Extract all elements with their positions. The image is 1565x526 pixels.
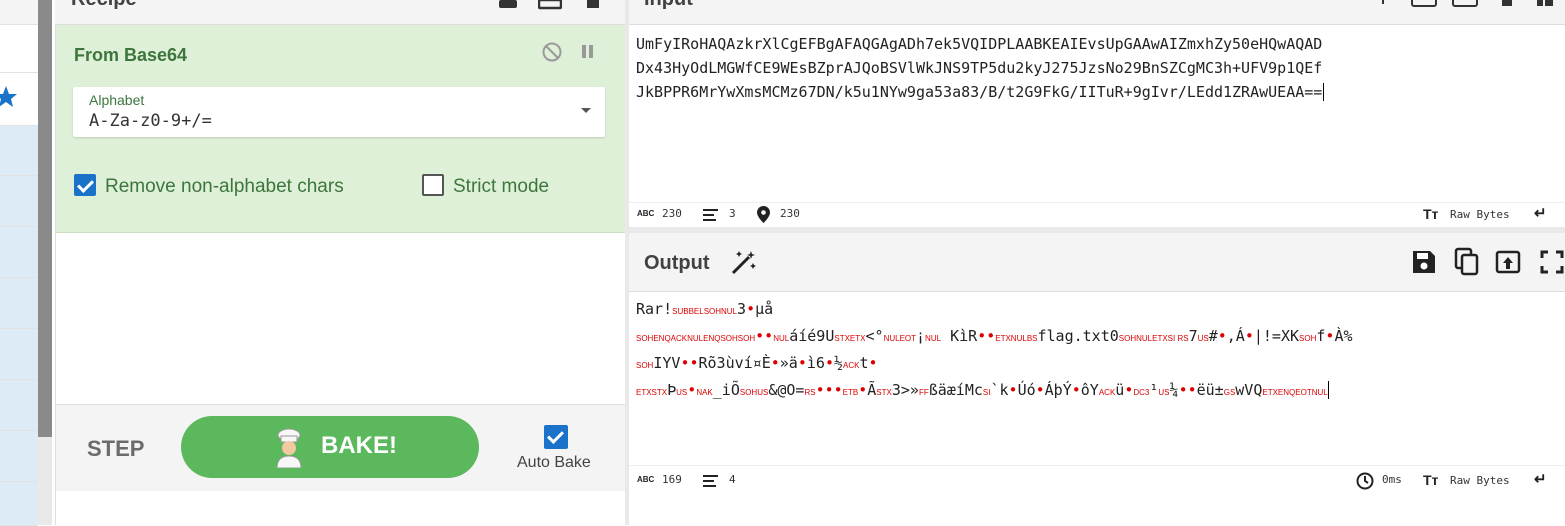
input-format[interactable]: Raw Bytes xyxy=(1450,208,1510,221)
input-line: Dx43HyOdLMGWfCE9WEsBZprAJQoBSVlWkJNS9TP5… xyxy=(636,59,1323,77)
output-char-count: 169 xyxy=(662,473,682,486)
chef-icon xyxy=(276,428,302,468)
input-status-bar: ABC 230 3 230 Tт Raw Bytes ↵ xyxy=(629,202,1565,227)
operation-item[interactable] xyxy=(0,227,38,278)
operations-list xyxy=(0,0,38,526)
input-line-count: 3 xyxy=(729,207,736,220)
operation-item[interactable] xyxy=(0,329,38,380)
operation-item[interactable] xyxy=(0,126,38,176)
clear-recipe-icon[interactable] xyxy=(585,0,601,10)
pause-operation-icon[interactable] xyxy=(578,43,598,61)
output-text[interactable]: Rar!SUBBELSOHNUL3•µå SOHENQACKNULENQSOHS… xyxy=(636,297,1556,405)
text-cursor xyxy=(1323,83,1325,101)
char-count-icon: ABC xyxy=(637,475,655,484)
open-file-icon[interactable] xyxy=(1452,0,1478,8)
input-header: Input xyxy=(629,0,1565,25)
maximise-icon[interactable] xyxy=(1540,250,1564,274)
operation-item[interactable] xyxy=(0,278,38,329)
bake-time: 0ms xyxy=(1382,473,1402,486)
recipe-title: Recipe xyxy=(71,0,137,11)
recipe-header: Recipe xyxy=(55,0,625,25)
input-title: Input xyxy=(644,0,693,11)
operations-favourites[interactable] xyxy=(0,73,38,126)
output-status-bar: ABC 169 4 0ms Tт Raw Bytes ↵ xyxy=(629,465,1565,494)
save-output-icon[interactable] xyxy=(1411,249,1437,275)
operations-search[interactable] xyxy=(0,25,38,73)
chevron-down-icon[interactable] xyxy=(579,106,593,116)
step-button[interactable]: STEP xyxy=(87,436,144,462)
replace-input-icon[interactable] xyxy=(1495,249,1521,275)
magic-wand-icon[interactable] xyxy=(729,249,757,277)
operation-item[interactable] xyxy=(0,431,38,482)
operation-item[interactable] xyxy=(0,380,38,431)
input-cursor-position: 230 xyxy=(780,207,800,220)
input-char-count: 230 xyxy=(662,207,682,220)
load-recipe-icon[interactable] xyxy=(538,0,562,10)
auto-bake-label[interactable]: Auto Bake xyxy=(517,454,591,472)
text-format-icon[interactable]: Tт xyxy=(1423,206,1438,222)
save-recipe-icon[interactable] xyxy=(497,0,519,10)
open-folder-icon[interactable] xyxy=(1411,0,1437,8)
location-pin-icon xyxy=(757,206,770,223)
operations-scrollbar[interactable] xyxy=(38,0,52,437)
operation-item[interactable] xyxy=(0,176,38,227)
line-count-icon xyxy=(703,475,718,487)
eol-icon[interactable]: ↵ xyxy=(1534,204,1547,222)
operation-title: From Base64 xyxy=(74,45,188,65)
text-cursor xyxy=(1327,381,1329,399)
strict-mode-label[interactable]: Strict mode xyxy=(453,176,549,198)
remove-non-alphabet-label[interactable]: Remove non-alphabet chars xyxy=(105,176,344,198)
output-line: ETXSTXÞUS•NAK_iÕSOHUS&@O=RS•••ETB•ÃSTX3>… xyxy=(636,381,1329,399)
input-line-text: JkBPPR6MrYwXmsMCMz67DN/k5u1NYw9ga53a83/B… xyxy=(636,83,1323,101)
eol-icon[interactable]: ↵ xyxy=(1534,470,1547,488)
input-line-last: JkBPPR6MrYwXmsMCMz67DN/k5u1NYw9ga53a83/B… xyxy=(636,80,1556,104)
clock-icon xyxy=(1356,472,1374,490)
clear-input-icon[interactable] xyxy=(1500,0,1514,8)
add-tab-icon[interactable] xyxy=(1377,0,1389,8)
auto-bake-checkbox[interactable] xyxy=(544,425,568,449)
char-count-icon: ABC xyxy=(637,209,655,218)
text-format-icon[interactable]: Tт xyxy=(1423,472,1438,488)
output-title: Output xyxy=(644,252,710,274)
output-header xyxy=(629,233,1565,292)
bake-label: BAKE! xyxy=(321,432,397,459)
layout-icon[interactable] xyxy=(1535,0,1555,8)
input-line: UmFyIRoHAQAzkrXlCgEFBgAFAQGAgADh7ek5VQID… xyxy=(636,35,1323,53)
output-line-count: 4 xyxy=(729,473,736,486)
remove-non-alphabet-checkbox[interactable] xyxy=(74,174,96,196)
strict-mode-checkbox[interactable] xyxy=(422,174,444,196)
operation-item[interactable] xyxy=(0,482,38,526)
alphabet-value[interactable]: A-Za-z0-9+/= xyxy=(89,111,212,131)
output-format[interactable]: Raw Bytes xyxy=(1450,474,1510,487)
output-line: SOHIYV••Rõ3ùví¤È•»ä•ì6•½ACKt• xyxy=(636,354,878,372)
output-line: SOHENQACKNULENQSOHSOH••NULáíé9USTXETX<°N… xyxy=(636,327,1353,345)
operations-scrollbar-track xyxy=(38,437,52,525)
copy-output-icon[interactable] xyxy=(1454,247,1480,277)
star-icon xyxy=(0,86,17,107)
line-count-icon xyxy=(703,209,718,221)
operations-header xyxy=(0,0,38,25)
disable-operation-icon[interactable] xyxy=(541,41,563,63)
alphabet-label: Alphabet xyxy=(89,92,145,108)
output-line: Rar!SUBBELSOHNUL3•µå xyxy=(636,300,774,318)
input-textarea[interactable]: UmFyIRoHAQAzkrXlCgEFBgAFAQGAgADh7ek5VQID… xyxy=(636,32,1556,104)
bake-button[interactable]: BAKE! xyxy=(181,416,479,478)
